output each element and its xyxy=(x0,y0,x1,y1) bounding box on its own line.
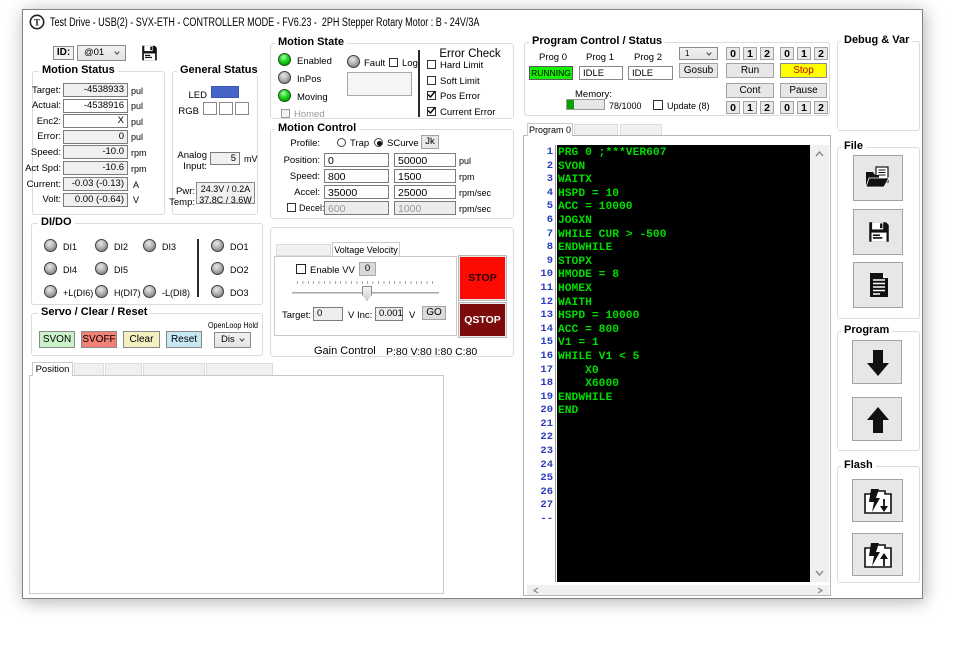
svg-text:T: T xyxy=(34,18,41,28)
